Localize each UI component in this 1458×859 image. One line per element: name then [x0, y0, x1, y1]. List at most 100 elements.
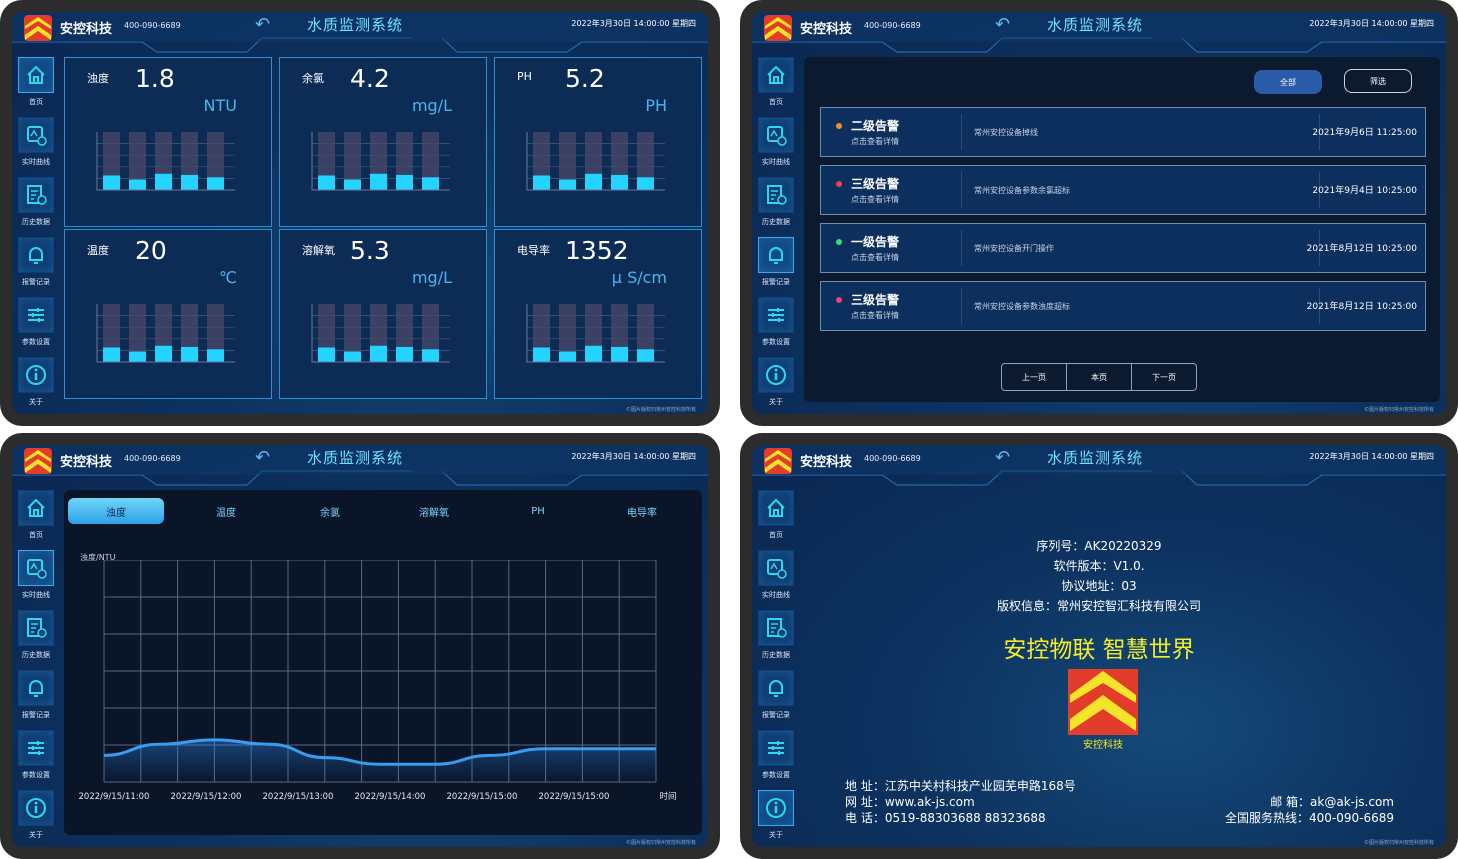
sidebar-item-label: 参数设置	[762, 771, 790, 779]
mini-bar-chart	[96, 132, 235, 191]
sidebar-item-label: 报警记录	[22, 711, 50, 719]
sidebar-item-label: 报警记录	[762, 711, 790, 719]
sidebar-item-info[interactable]: 关于	[16, 790, 56, 847]
sidebar-item-home[interactable]: 首页	[16, 490, 56, 550]
sidebar-item-home[interactable]: 首页	[756, 57, 796, 117]
info-icon	[758, 357, 794, 393]
tab-2[interactable]: 余氯	[278, 498, 382, 524]
sidebar-item-bell[interactable]: 报警记录	[756, 237, 796, 297]
header-hotline: 400-090-6689	[864, 454, 921, 463]
logo-caption: 安控科技	[1083, 740, 1123, 751]
sidebar-item-sliders[interactable]: 参数设置	[16, 297, 56, 357]
home-icon	[758, 57, 794, 93]
sidebar-item-sliders[interactable]: 参数设置	[756, 297, 796, 357]
header-datetime: 2022年3月30日 14:00:00 星期四	[1309, 19, 1434, 28]
sidebar-item-history-data[interactable]: 历史数据	[16, 177, 56, 237]
bar	[370, 345, 387, 362]
copyright-info: 版权信息：常州安控智汇科技有限公司	[996, 599, 1201, 613]
sidebar-item-bell[interactable]: 报警记录	[756, 670, 796, 730]
sidebar-item-history-data[interactable]: 历史数据	[756, 177, 796, 237]
sidebar-item-home[interactable]: 首页	[756, 490, 796, 550]
sidebar-item-info[interactable]: 关于	[16, 357, 56, 414]
sensor-name: 浊度	[87, 72, 109, 85]
sensor-card[interactable]: 浊度 1.8 NTU	[64, 57, 272, 227]
sensor-card[interactable]: 温度 20 ℃	[64, 229, 272, 399]
sidebar-item-history-data[interactable]: 历史数据	[756, 610, 796, 670]
bar	[129, 179, 146, 190]
sensor-unit: PH	[645, 96, 667, 115]
bar	[103, 175, 120, 190]
alarm-row[interactable]: 三级告警 点击查看详情 常州安控设备参数浊度超标 2021年8月12日 10:25:0…	[820, 281, 1426, 331]
alarm-time: 2021年9月6日 11:25:00	[1312, 128, 1417, 138]
sidebar-nav: 首页 实时曲线 历史数据报警记录参数设置关于	[756, 490, 796, 847]
back-arrow-icon[interactable]: ↶	[995, 14, 1010, 35]
sidebar-nav: 首页实时曲线 历史数据报警记录参数设置关于	[16, 490, 56, 847]
bar	[370, 173, 387, 190]
sidebar-item-bell[interactable]: 报警记录	[16, 670, 56, 730]
sidebar-item-realtime-curve[interactable]: 实时曲线	[16, 117, 56, 177]
view-details-link[interactable]: 点击查看详情	[851, 136, 899, 147]
address: 江苏中关村科技产业园芜申路168号	[884, 779, 1076, 793]
prev-page-button[interactable]: 上一页	[1002, 364, 1067, 390]
back-arrow-icon[interactable]: ↶	[255, 14, 270, 35]
copyright-footer: ©图片版权归常州安控科技所有	[625, 407, 696, 413]
sidebar-item-realtime-curve[interactable]: 实时曲线	[16, 550, 56, 610]
tab-3[interactable]: 溶解氧	[382, 498, 486, 524]
sidebar-item-realtime-curve[interactable]: 实时曲线	[756, 117, 796, 177]
sidebar-item-realtime-curve[interactable]: 实时曲线	[756, 550, 796, 610]
sensor-card[interactable]: 溶解氧 5.3 mg/L	[279, 229, 487, 399]
current-page-button[interactable]: 本页	[1067, 364, 1132, 390]
back-arrow-icon[interactable]: ↶	[995, 447, 1010, 468]
x-tick-label: 2022/9/15/15:00	[539, 792, 610, 802]
view-details-link[interactable]: 点击查看详情	[851, 310, 899, 321]
sidebar-item-label: 关于	[769, 398, 783, 406]
sidebar-item-bell[interactable]: 报警记录	[16, 237, 56, 297]
sensor-unit: NTU	[203, 96, 237, 115]
back-arrow-icon[interactable]: ↶	[255, 447, 270, 468]
sidebar-item-label: 实时曲线	[22, 158, 50, 166]
alarm-row[interactable]: 三级告警 点击查看详情 常州安控设备参数余氯超标 2021年9月4日 10:25:00	[820, 165, 1426, 215]
sidebar-item-info[interactable]: 关于	[756, 790, 796, 847]
bar	[422, 349, 439, 362]
tab-4[interactable]: PH	[486, 498, 590, 524]
mini-bar-chart	[311, 304, 450, 363]
sensor-value: 1.8	[135, 64, 175, 93]
sidebar-item-sliders[interactable]: 参数设置	[16, 730, 56, 790]
x-tick-label: 2022/9/15/15:00	[447, 792, 518, 802]
alarm-row[interactable]: 一级告警 点击查看详情 常州安控设备开门操作 2021年8月12日 10:25:00	[820, 223, 1426, 273]
history-data-icon	[758, 177, 794, 213]
bar	[637, 177, 654, 190]
tab-5[interactable]: 电导率	[590, 498, 694, 524]
sidebar-item-label: 实时曲线	[762, 158, 790, 166]
tab-0[interactable]: 浊度	[68, 498, 164, 524]
realtime-curve-icon	[758, 550, 794, 586]
next-page-button[interactable]: 下一页	[1132, 364, 1196, 390]
trend-panel: 浊度 温度 余氯 溶解氧 PH 电导率 浊度/NTU 2022/9/15/11:00 202…	[64, 490, 702, 835]
sidebar-item-home[interactable]: 首页	[16, 57, 56, 117]
alarm-level-dot	[836, 239, 842, 245]
view-details-link[interactable]: 点击查看详情	[851, 194, 899, 205]
alarm-device: 全部 筛选 二级告警 点击查看详情 常州安控设备掉线 2021年9月6日 11:25:…	[740, 0, 1458, 426]
alarm-panel: 全部 筛选 二级告警 点击查看详情 常州安控设备掉线 2021年9月6日 11:25:…	[804, 57, 1440, 402]
bar	[181, 174, 198, 190]
email[interactable]: ak@ak-js.com	[1310, 795, 1394, 809]
sensor-card[interactable]: 余氯 4.2 mg/L	[279, 57, 487, 227]
sidebar-item-label: 关于	[29, 831, 43, 839]
sidebar-item-label: 首页	[29, 531, 43, 539]
sidebar-item-sliders[interactable]: 参数设置	[756, 730, 796, 790]
sidebar-item-label: 报警记录	[22, 278, 50, 286]
view-details-link[interactable]: 点击查看详情	[851, 252, 899, 263]
alarm-row[interactable]: 二级告警 点击查看详情 常州安控设备掉线 2021年9月6日 11:25:00	[820, 107, 1426, 157]
bar	[585, 345, 602, 362]
filter-button[interactable]: 筛选	[1344, 69, 1412, 93]
bar	[181, 346, 198, 362]
filter-all-button[interactable]: 全部	[1254, 70, 1322, 94]
sidebar-item-info[interactable]: 关于	[756, 357, 796, 414]
x-tick-label: 2022/9/15/14:00	[355, 792, 426, 802]
sidebar-item-history-data[interactable]: 历史数据	[16, 610, 56, 670]
tab-1[interactable]: 温度	[174, 498, 278, 524]
sensor-value: 4.2	[350, 64, 390, 93]
sensor-card[interactable]: PH 5.2 PH	[494, 57, 702, 227]
website[interactable]: www.ak-js.com	[885, 795, 975, 809]
sensor-card[interactable]: 电导率 1352 μ S/cm	[494, 229, 702, 399]
